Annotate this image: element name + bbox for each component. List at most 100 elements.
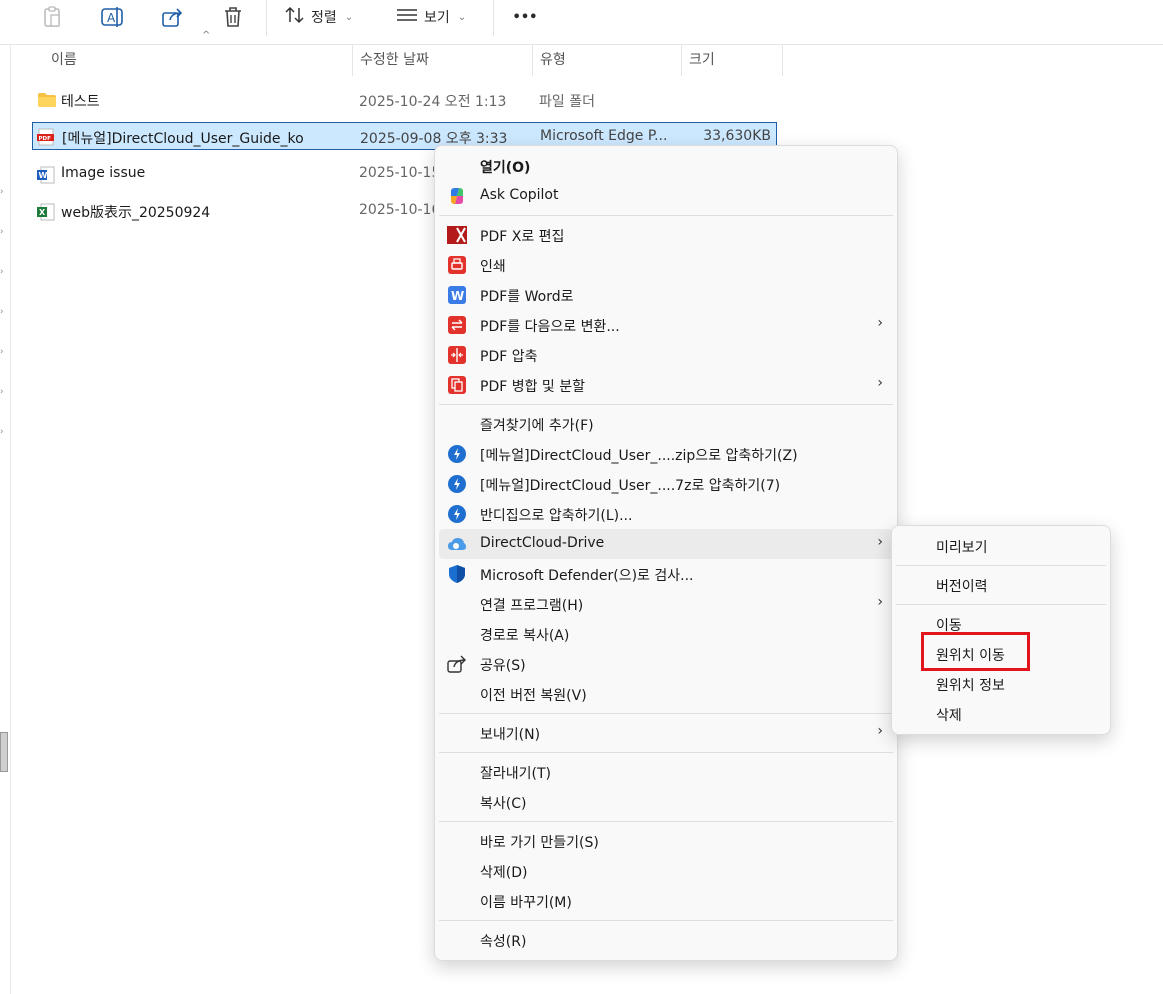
shield-icon	[447, 565, 467, 583]
menu-item-restore-previous[interactable]: 이전 버전 복원(V)	[439, 679, 893, 709]
menu-item-7z-compress[interactable]: [메뉴얼]DirectCloud_User_....7z로 압축하기(7)	[439, 469, 893, 499]
menu-item-print[interactable]: 인쇄	[439, 250, 893, 280]
bandizip-icon	[447, 475, 467, 493]
menu-item-open[interactable]: 열기(O)	[439, 151, 893, 181]
file-modified: 2025-10-24 오전 1:13	[359, 94, 507, 110]
menu-item-pdf-compress[interactable]: PDF 압축	[439, 340, 893, 370]
menu-item-label: 즐겨찾기에 추가(F)	[480, 418, 594, 434]
menu-item-label: 인쇄	[480, 259, 506, 275]
menu-item-label: PDF X로 편집	[480, 229, 565, 245]
menu-item-create-shortcut[interactable]: 바로 가기 만들기(S)	[439, 826, 893, 856]
share-icon	[447, 655, 467, 673]
more-options-button[interactable]: •••	[510, 4, 540, 30]
highlight-annotation-box	[921, 632, 1030, 671]
submenu-item-label: 버전이력	[936, 579, 988, 595]
chevron-right-icon[interactable]: ›	[0, 348, 5, 357]
view-button[interactable]: 보기 ⌄	[396, 4, 476, 30]
svg-text:A: A	[107, 11, 116, 25]
menu-item-open-with[interactable]: 연결 프로그램(H) ›	[439, 589, 893, 619]
menu-item-label: 연결 프로그램(H)	[480, 598, 584, 614]
submenu-item-delete[interactable]: 삭제	[896, 699, 1106, 729]
bandizip-icon	[447, 445, 467, 463]
chevron-right-icon[interactable]: ›	[0, 308, 5, 317]
sort-button[interactable]: 정렬 ⌄	[285, 4, 365, 30]
menu-item-share[interactable]: 공유(S)	[439, 649, 893, 679]
file-row[interactable]: 테스트 2025-10-24 오전 1:13 파일 폴더	[32, 86, 777, 114]
navigation-pane-edge: › › › › › › ›	[0, 44, 11, 994]
paste-icon[interactable]	[38, 4, 66, 30]
menu-item-copy[interactable]: 복사(C)	[439, 787, 893, 817]
column-size[interactable]: 크기	[689, 44, 715, 76]
submenu-item-label: 미리보기	[936, 540, 988, 556]
sort-ascending-icon: ^	[202, 30, 211, 41]
submenu-item-version-history[interactable]: 버전이력	[896, 570, 1106, 600]
file-name: Image issue	[61, 165, 146, 181]
submenu-item-original-location-info[interactable]: 원위치 정보	[896, 669, 1106, 699]
file-size: 33,630KB	[703, 128, 771, 144]
menu-item-label: PDF를 다음으로 변환...	[480, 319, 620, 335]
menu-separator	[439, 215, 893, 216]
menu-item-label: 잘라내기(T)	[480, 766, 551, 782]
menu-item-label: DirectCloud-Drive	[480, 535, 605, 551]
excel-file-icon: X	[37, 203, 55, 221]
menu-item-rename[interactable]: 이름 바꾸기(M)	[439, 886, 893, 916]
menu-item-label: 반디집으로 압축하기(L)...	[480, 508, 633, 524]
print-icon	[447, 256, 467, 274]
chevron-right-icon[interactable]: ›	[0, 428, 5, 437]
menu-item-properties[interactable]: 속성(R)	[439, 925, 893, 955]
menu-item-send-to[interactable]: 보내기(N) ›	[439, 718, 893, 748]
menu-item-cut[interactable]: 잘라내기(T)	[439, 757, 893, 787]
chevron-right-icon: ›	[877, 375, 883, 391]
rename-icon[interactable]: A	[99, 4, 127, 30]
chevron-down-icon: ⌄	[344, 11, 354, 23]
chevron-right-icon[interactable]: ›	[0, 228, 5, 237]
file-modified: 2025-10-16	[359, 202, 441, 218]
column-name[interactable]: 이름	[51, 44, 77, 76]
menu-item-pdfx-edit[interactable]: PDF X로 편집	[439, 220, 893, 250]
file-type: Microsoft Edge P...	[540, 128, 668, 144]
sort-icon	[285, 6, 305, 28]
menu-separator	[439, 920, 893, 921]
file-name: 테스트	[61, 94, 100, 110]
view-label: 보기	[424, 10, 450, 26]
column-divider[interactable]	[532, 44, 533, 76]
column-type[interactable]: 유형	[540, 44, 566, 76]
menu-item-bandizip-compress[interactable]: 반디집으로 압축하기(L)...	[439, 499, 893, 529]
menu-item-label: 보내기(N)	[480, 727, 541, 743]
column-divider[interactable]	[782, 44, 783, 76]
menu-item-pdf-to-word[interactable]: W PDF를 Word로	[439, 280, 893, 310]
menu-item-pdf-convert[interactable]: PDF를 다음으로 변환... ›	[439, 310, 893, 340]
menu-separator	[439, 752, 893, 753]
menu-item-label: 이전 버전 복원(V)	[480, 688, 587, 704]
chevron-right-icon[interactable]: ›	[0, 388, 5, 397]
menu-item-copy-path[interactable]: 경로로 복사(A)	[439, 619, 893, 649]
column-divider[interactable]	[352, 44, 353, 76]
chevron-right-icon: ›	[877, 534, 883, 550]
chevron-right-icon[interactable]: ›	[0, 188, 5, 197]
scrollbar-thumb[interactable]	[0, 732, 8, 772]
menu-item-directcloud-drive[interactable]: DirectCloud-Drive ›	[439, 529, 893, 559]
folder-icon	[37, 92, 56, 108]
column-modified[interactable]: 수정한 날짜	[360, 44, 429, 76]
menu-item-pdf-merge-split[interactable]: PDF 병합 및 분할 ›	[439, 370, 893, 400]
svg-text:PDF: PDF	[39, 136, 52, 142]
chevron-right-icon[interactable]: ›	[0, 268, 5, 277]
menu-item-add-favorites[interactable]: 즐겨찾기에 추가(F)	[439, 409, 893, 439]
menu-item-label: 속성(R)	[480, 934, 527, 950]
menu-item-zip-compress[interactable]: [메뉴얼]DirectCloud_User_....zip으로 압축하기(Z)	[439, 439, 893, 469]
delete-icon[interactable]	[219, 4, 247, 30]
menu-item-label: Ask Copilot	[480, 187, 559, 203]
submenu-item-preview[interactable]: 미리보기	[896, 531, 1106, 561]
chevron-down-icon: ⌄	[457, 11, 467, 23]
menu-item-ask-copilot[interactable]: Ask Copilot	[439, 181, 893, 211]
share-icon[interactable]	[159, 4, 187, 30]
column-divider[interactable]	[681, 44, 682, 76]
submenu-item-label: 원위치 정보	[936, 678, 1005, 694]
directcloud-icon	[447, 535, 467, 553]
menu-separator	[896, 604, 1106, 605]
menu-item-label: PDF를 Word로	[480, 289, 574, 305]
menu-item-label: 공유(S)	[480, 658, 526, 674]
menu-item-defender-scan[interactable]: Microsoft Defender(으)로 검사...	[439, 559, 893, 589]
menu-item-delete[interactable]: 삭제(D)	[439, 856, 893, 886]
menu-item-label: PDF 압축	[480, 349, 538, 365]
